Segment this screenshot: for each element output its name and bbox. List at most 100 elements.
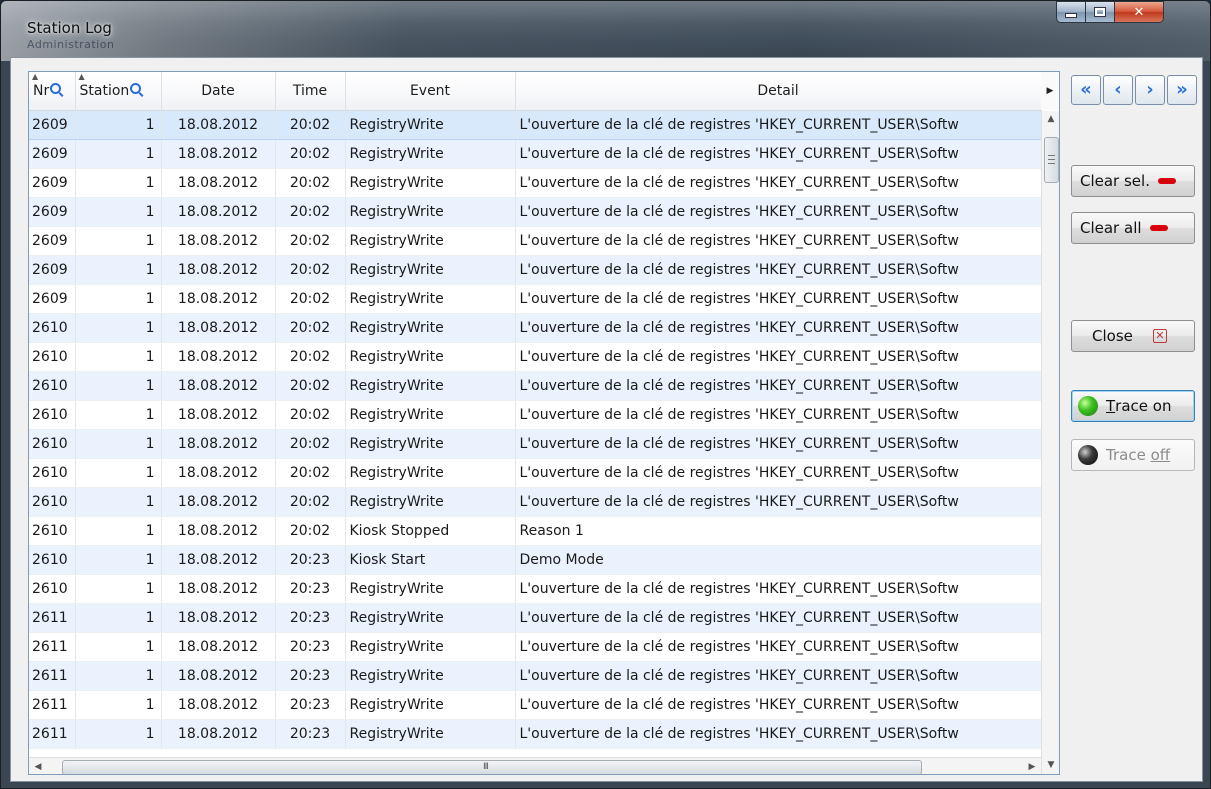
table-row[interactable]: 2609 1 18.08.2012 20:02 RegistryWrite L'ouver… xyxy=(29,110,1042,140)
cell-event: RegistryWrite xyxy=(345,371,516,401)
column-header-nr[interactable]: ▲ Nr xyxy=(29,72,76,111)
cell-detail: L'ouverture de la clé de registres 'HKEY… xyxy=(515,487,1042,517)
clear-selection-button[interactable]: Clear sel. xyxy=(1071,165,1195,197)
cell-station: 1 xyxy=(75,226,162,256)
previous-page-button[interactable]: ‹ xyxy=(1103,75,1133,105)
green-led-icon xyxy=(1078,396,1098,416)
cell-time: 20:23 xyxy=(275,632,346,662)
grip-icon xyxy=(1048,155,1055,164)
cell-nr: 2611 xyxy=(29,719,76,749)
table-row[interactable]: 2610 1 18.08.2012 20:23 RegistryWrite L'ouver… xyxy=(29,574,1042,604)
cell-date: 18.08.2012 xyxy=(161,197,276,227)
grip-icon: III xyxy=(483,762,489,772)
table-row[interactable]: 2609 1 18.08.2012 20:02 RegistryWrite L'ouver… xyxy=(29,226,1042,256)
column-header-event[interactable]: Event xyxy=(345,72,516,111)
table-row[interactable]: 2609 1 18.08.2012 20:02 RegistryWrite L'ouver… xyxy=(29,255,1042,285)
maximize-icon xyxy=(1094,7,1106,17)
cell-nr: 2609 xyxy=(29,139,76,169)
cell-detail: L'ouverture de la clé de registres 'HKEY… xyxy=(515,632,1042,662)
first-page-button[interactable]: « xyxy=(1071,75,1101,105)
trace-off-mnemonic: off xyxy=(1150,446,1171,464)
scroll-left-arrow[interactable]: ◀ xyxy=(29,758,47,774)
cell-nr: 2611 xyxy=(29,632,76,662)
cell-event: RegistryWrite xyxy=(345,226,516,256)
table-row[interactable]: 2609 1 18.08.2012 20:02 RegistryWrite L'ouver… xyxy=(29,197,1042,227)
cell-nr: 2609 xyxy=(29,110,76,140)
cell-event: RegistryWrite xyxy=(345,139,516,169)
table-row[interactable]: 2611 1 18.08.2012 20:23 RegistryWrite L'ouver… xyxy=(29,661,1042,691)
horizontal-scrollbar[interactable]: ◀ III ▶ xyxy=(29,757,1041,774)
cell-event: RegistryWrite xyxy=(345,400,516,430)
scroll-up-arrow[interactable]: ▲ xyxy=(1042,111,1059,128)
black-led-icon xyxy=(1078,445,1098,465)
cell-detail: L'ouverture de la clé de registres 'HKEY… xyxy=(515,197,1042,227)
cell-time: 20:02 xyxy=(275,429,346,459)
cell-detail: L'ouverture de la clé de registres 'HKEY… xyxy=(515,458,1042,488)
log-grid[interactable]: ▲ Nr ▲ Station Date Time Event Detail 26… xyxy=(28,71,1060,775)
cell-event: RegistryWrite xyxy=(345,632,516,662)
vertical-scroll-thumb[interactable] xyxy=(1044,137,1059,183)
cell-station: 1 xyxy=(75,313,162,343)
cell-station: 1 xyxy=(75,139,162,169)
vertical-scrollbar[interactable]: ▲ ▼ xyxy=(1041,111,1059,774)
magnifier-icon[interactable] xyxy=(50,83,62,94)
trace-on-button[interactable]: Trace on xyxy=(1071,390,1195,422)
cell-station: 1 xyxy=(75,371,162,401)
cell-event: RegistryWrite xyxy=(345,487,516,517)
column-header-date[interactable]: Date xyxy=(161,72,276,111)
cell-date: 18.08.2012 xyxy=(161,371,276,401)
close-window-button[interactable]: ✕ xyxy=(1114,1,1164,23)
cell-detail: L'ouverture de la clé de registres 'HKEY… xyxy=(515,226,1042,256)
last-page-button[interactable]: » xyxy=(1167,75,1197,105)
table-row[interactable]: 2610 1 18.08.2012 20:02 RegistryWrite L'ouver… xyxy=(29,342,1042,372)
trace-off-button[interactable]: Trace off xyxy=(1071,439,1195,471)
column-header-detail[interactable]: Detail xyxy=(515,72,1042,111)
cell-detail: L'ouverture de la clé de registres 'HKEY… xyxy=(515,313,1042,343)
cell-date: 18.08.2012 xyxy=(161,313,276,343)
cell-station: 1 xyxy=(75,719,162,749)
table-row[interactable]: 2611 1 18.08.2012 20:23 RegistryWrite L'ouver… xyxy=(29,719,1042,749)
table-row[interactable]: 2610 1 18.08.2012 20:02 RegistryWrite L'ouver… xyxy=(29,429,1042,459)
table-row[interactable]: 2609 1 18.08.2012 20:02 RegistryWrite L'ouver… xyxy=(29,139,1042,169)
close-x-icon: ✕ xyxy=(1152,329,1167,343)
cell-station: 1 xyxy=(75,110,162,140)
cell-date: 18.08.2012 xyxy=(161,632,276,662)
cell-time: 20:02 xyxy=(275,342,346,372)
clear-all-button[interactable]: Clear all xyxy=(1071,212,1195,244)
table-row[interactable]: 2611 1 18.08.2012 20:23 RegistryWrite L'ouver… xyxy=(29,632,1042,662)
maximize-button[interactable] xyxy=(1085,1,1114,23)
table-row[interactable]: 2609 1 18.08.2012 20:02 RegistryWrite L'ouver… xyxy=(29,284,1042,314)
caption-buttons: ✕ xyxy=(1056,1,1164,23)
cell-event: RegistryWrite xyxy=(345,110,516,140)
double-chevron-left-icon: « xyxy=(1080,79,1092,100)
horizontal-scroll-thumb[interactable]: III xyxy=(62,760,922,774)
chevron-left-icon: ‹ xyxy=(1114,79,1122,100)
cell-date: 18.08.2012 xyxy=(161,342,276,372)
minimize-button[interactable] xyxy=(1056,1,1085,23)
table-row[interactable]: 2611 1 18.08.2012 20:23 RegistryWrite L'ouver… xyxy=(29,690,1042,720)
cell-date: 18.08.2012 xyxy=(161,400,276,430)
table-row[interactable]: 2610 1 18.08.2012 20:02 RegistryWrite L'ouver… xyxy=(29,487,1042,517)
table-row[interactable]: 2610 1 18.08.2012 20:02 RegistryWrite L'ouver… xyxy=(29,313,1042,343)
cell-detail: L'ouverture de la clé de registres 'HKEY… xyxy=(515,110,1042,140)
table-row[interactable]: 2610 1 18.08.2012 20:02 Kiosk Stopped Reason … xyxy=(29,516,1042,546)
scroll-right-arrow[interactable]: ▶ xyxy=(1023,758,1041,774)
more-columns-arrow[interactable]: ▶ xyxy=(1041,72,1059,110)
table-row[interactable]: 2610 1 18.08.2012 20:23 Kiosk Start Demo Mode xyxy=(29,545,1042,575)
magnifier-icon[interactable] xyxy=(130,83,142,94)
table-row[interactable]: 2610 1 18.08.2012 20:02 RegistryWrite L'ouver… xyxy=(29,458,1042,488)
next-page-button[interactable]: › xyxy=(1135,75,1165,105)
scroll-down-arrow[interactable]: ▼ xyxy=(1042,757,1059,774)
table-row[interactable]: 2611 1 18.08.2012 20:23 RegistryWrite L'ouver… xyxy=(29,603,1042,633)
cell-event: Kiosk Start xyxy=(345,545,516,575)
column-header-time[interactable]: Time xyxy=(275,72,346,111)
table-row[interactable]: 2609 1 18.08.2012 20:02 RegistryWrite L'ouver… xyxy=(29,168,1042,198)
cell-nr: 2610 xyxy=(29,487,76,517)
cell-station: 1 xyxy=(75,487,162,517)
cell-time: 20:02 xyxy=(275,226,346,256)
table-row[interactable]: 2610 1 18.08.2012 20:02 RegistryWrite L'ouver… xyxy=(29,400,1042,430)
table-row[interactable]: 2610 1 18.08.2012 20:02 RegistryWrite L'ouver… xyxy=(29,371,1042,401)
column-header-station[interactable]: ▲ Station xyxy=(75,72,162,111)
cell-time: 20:02 xyxy=(275,139,346,169)
close-button[interactable]: Close ✕ xyxy=(1071,320,1195,352)
